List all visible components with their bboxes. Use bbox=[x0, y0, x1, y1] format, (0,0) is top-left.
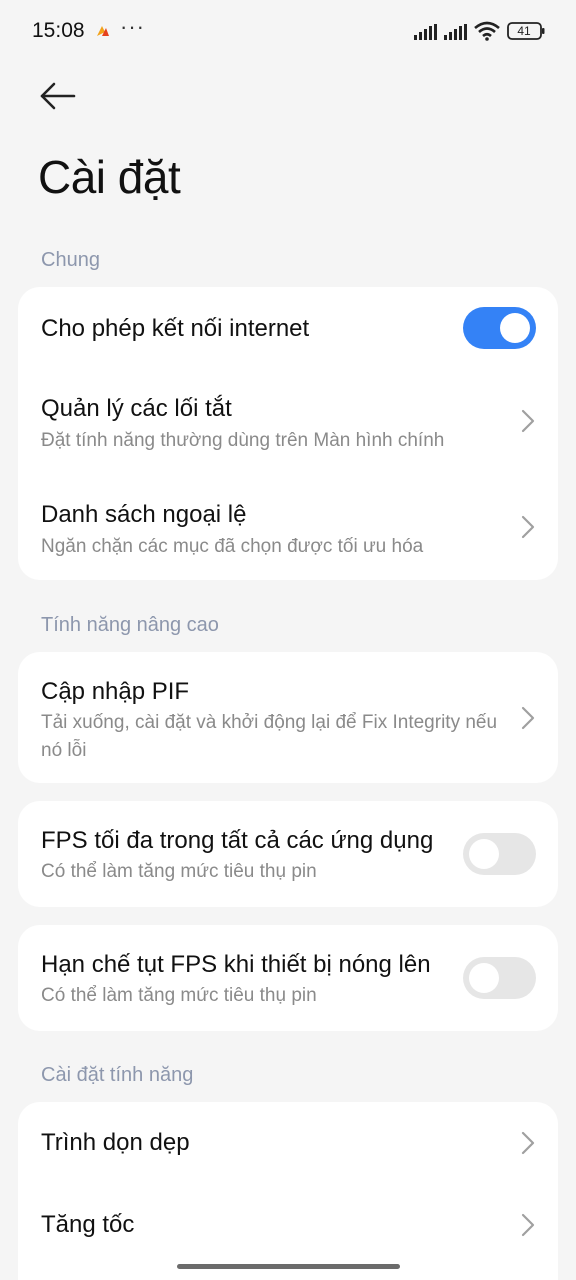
setting-title: Quản lý các lối tắt bbox=[41, 395, 232, 422]
app-notification-icon bbox=[97, 26, 109, 36]
card-limit-fps-drop[interactable]: Hạn chế tụt FPS khi thiết bị nóng lên Có… bbox=[18, 925, 558, 1031]
toggle-knob bbox=[469, 839, 499, 869]
setting-title: FPS tối đa trong tất cả các ứng dụng bbox=[41, 827, 434, 854]
chevron-right-icon bbox=[521, 409, 535, 433]
card-features: Trình dọn dẹp Tăng tốc bbox=[18, 1102, 558, 1280]
settings-screen: 15:08 ··· 41 Cài đặt Chung Cho phép kết … bbox=[0, 0, 576, 1280]
chevron-right-icon bbox=[521, 1213, 535, 1237]
setting-exceptions[interactable]: Danh sách ngoại lệ Ngăn chặn các mục đã … bbox=[18, 479, 558, 580]
chevron-right-icon bbox=[521, 1131, 535, 1155]
card-general: Cho phép kết nối internet Quản lý các lố… bbox=[18, 287, 558, 580]
setting-subtitle: Tải xuống, cài đặt và khởi động lại để F… bbox=[41, 712, 498, 761]
toggle-knob bbox=[500, 313, 530, 343]
card-update-pif[interactable]: Cập nhập PIF Tải xuống, cài đặt và khởi … bbox=[18, 652, 558, 783]
card-max-fps[interactable]: FPS tối đa trong tất cả các ứng dụng Có … bbox=[18, 801, 558, 907]
status-time: 15:08 bbox=[32, 19, 85, 42]
signal-icon bbox=[444, 24, 467, 40]
toggle-knob bbox=[469, 963, 499, 993]
setting-shortcuts[interactable]: Quản lý các lối tắt Đặt tính năng thường… bbox=[18, 373, 558, 479]
setting-title: Cho phép kết nối internet bbox=[41, 315, 310, 342]
setting-subtitle: Ngăn chặn các mục đã chọn được tối ưu hó… bbox=[41, 536, 424, 557]
status-bar: 15:08 ··· 41 bbox=[0, 0, 576, 64]
chevron-right-icon bbox=[521, 706, 535, 730]
more-notifications-icon: ··· bbox=[120, 14, 145, 39]
setting-booster[interactable]: Tăng tốc bbox=[18, 1184, 558, 1266]
limit-fps-drop-toggle[interactable] bbox=[463, 957, 536, 999]
setting-title: Tăng tốc bbox=[41, 1211, 135, 1238]
section-label-advanced: Tính năng nâng cao bbox=[41, 614, 219, 636]
setting-title: Cập nhập PIF bbox=[41, 678, 190, 705]
setting-title: Danh sách ngoại lệ bbox=[41, 501, 247, 528]
battery-level: 41 bbox=[517, 24, 531, 38]
home-indicator[interactable] bbox=[177, 1264, 400, 1269]
setting-cleaner[interactable]: Trình dọn dẹp bbox=[18, 1102, 558, 1184]
back-button[interactable] bbox=[36, 78, 80, 114]
setting-title: Trình dọn dẹp bbox=[41, 1129, 190, 1156]
setting-subtitle: Có thể làm tăng mức tiêu thụ pin bbox=[41, 985, 317, 1006]
setting-subtitle: Có thể làm tăng mức tiêu thụ pin bbox=[41, 861, 317, 882]
page-title: Cài đặt bbox=[38, 151, 181, 203]
section-label-features: Cài đặt tính năng bbox=[41, 1064, 194, 1086]
setting-allow-internet[interactable]: Cho phép kết nối internet bbox=[18, 287, 558, 373]
allow-internet-toggle[interactable] bbox=[463, 307, 536, 349]
chevron-right-icon bbox=[521, 515, 535, 539]
section-label-general: Chung bbox=[41, 249, 100, 271]
max-fps-toggle[interactable] bbox=[463, 833, 536, 875]
setting-title: Hạn chế tụt FPS khi thiết bị nóng lên bbox=[41, 951, 431, 978]
signal-icon bbox=[414, 24, 437, 40]
wifi-icon bbox=[474, 21, 500, 41]
setting-subtitle: Đặt tính năng thường dùng trên Màn hình … bbox=[41, 430, 445, 451]
